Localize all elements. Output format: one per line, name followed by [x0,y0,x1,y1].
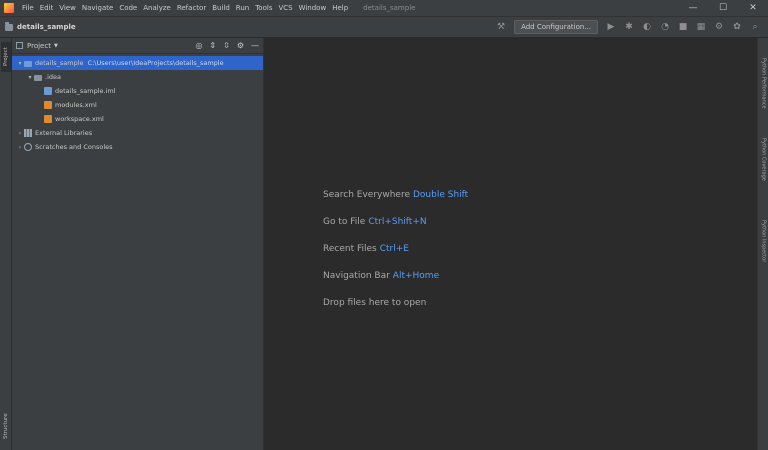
hint-text: Search Everywhere [323,190,410,200]
xml-file-icon [44,101,52,109]
chevron-right-icon[interactable]: › [16,130,24,137]
hide-icon[interactable]: — [251,41,259,50]
panel-tools: ◎ ⇕ ⇳ ⚙ — [195,41,259,50]
hint-search-everywhere: Search Everywhere Double Shift [323,190,468,217]
menu-vcs[interactable]: VCS [275,4,295,12]
main-menu: File Edit View Navigate Code Analyze Ref… [19,4,351,12]
close-button[interactable]: ✕ [738,0,768,16]
hint-text: Drop files here to open [323,298,427,308]
navigation-bar: details_sample ⚒ Add Configuration... ▶ … [0,16,768,38]
python-performance-tab[interactable]: Python Performance [759,58,768,136]
editor-hints: Search Everywhere Double Shift Go to File… [323,190,468,325]
xml-file-icon [44,115,52,123]
tree-item-label: modules.xml [55,101,97,109]
stop-icon[interactable]: ■ [678,22,688,32]
window-controls: — ☐ ✕ [678,0,768,16]
structure-tool-tab[interactable]: Structure [1,408,11,444]
gear-icon[interactable]: ⚙ [237,41,244,50]
hint-recent-files: Recent Files Ctrl+E [323,244,468,271]
menu-window[interactable]: Window [296,4,330,12]
tree-item-iml-file[interactable]: details_sample.iml [12,84,263,98]
tree-item-path: C:\Users\user\IdeaProjects\details_sampl… [87,59,224,67]
breadcrumb-project[interactable]: details_sample [17,23,76,31]
left-tool-strip: Project Structure [0,38,12,450]
tree-item-label: External Libraries [35,129,93,137]
project-tool-tab[interactable]: Project [1,42,11,72]
collapse-all-icon[interactable]: ⇳ [223,41,230,50]
folder-icon [5,21,13,31]
window-title: details_sample [363,4,416,12]
chevron-down-icon[interactable]: ▾ [26,74,34,81]
app-logo-icon [4,3,14,13]
hint-shortcut: Ctrl+Shift+N [368,217,427,227]
hint-navigation-bar: Navigation Bar Alt+Home [323,271,468,298]
project-view-icon [16,42,23,49]
hint-go-to-file: Go to File Ctrl+Shift+N [323,217,468,244]
folder-icon [24,60,32,67]
menu-edit[interactable]: Edit [37,4,57,12]
tree-item-modules-xml[interactable]: modules.xml [12,98,263,112]
tree-item-scratches[interactable]: › Scratches and Consoles [12,140,263,154]
tree-item-workspace-xml[interactable]: workspace.xml [12,112,263,126]
project-panel-header: Project ▼ ◎ ⇕ ⇳ ⚙ — [12,38,263,54]
hint-shortcut: Ctrl+E [379,244,409,254]
scroll-from-source-icon[interactable]: ◎ [195,41,202,50]
minimize-button[interactable]: — [678,0,708,16]
hammer-icon[interactable]: ⚒ [496,22,506,32]
coverage-icon[interactable]: ◐ [642,22,652,32]
run-icon[interactable]: ▶ [606,22,616,32]
tree-item-external-libraries[interactable]: › External Libraries [12,126,263,140]
expand-all-icon[interactable]: ⇕ [209,41,216,50]
menu-help[interactable]: Help [329,4,351,12]
tree-item-idea[interactable]: ▾ .idea [12,70,263,84]
scratches-icon [24,143,32,151]
project-panel: Project ▼ ◎ ⇕ ⇳ ⚙ — ▾ details_sample C:\… [12,38,264,450]
maximize-button[interactable]: ☐ [708,0,738,16]
menu-tools[interactable]: Tools [252,4,275,12]
folder-icon [34,74,42,81]
tree-item-label: workspace.xml [55,115,104,123]
hint-shortcut: Double Shift [413,190,469,200]
hint-text: Go to File [323,217,366,227]
settings-icon[interactable]: ⚙ [714,22,724,32]
menu-build[interactable]: Build [209,4,233,12]
menu-run[interactable]: Run [233,4,252,12]
tree-item-project-root[interactable]: ▾ details_sample C:\Users\user\IdeaProje… [12,56,263,70]
search-icon[interactable]: ⌕ [750,22,760,32]
plugins-icon[interactable]: ✿ [732,22,742,32]
hint-drop-files: Drop files here to open [323,298,468,325]
tree-item-label: Scratches and Consoles [35,143,113,151]
hint-text: Navigation Bar [323,271,390,281]
menu-analyze[interactable]: Analyze [140,4,174,12]
toolbar-right: ⚒ Add Configuration... ▶ ✱ ◐ ◔ ■ ▦ ⚙ ✿ ⌕ [496,20,768,34]
library-icon [24,129,32,137]
project-tree: ▾ details_sample C:\Users\user\IdeaProje… [12,54,263,154]
python-coverage-tab[interactable]: Python Coverage [759,138,768,200]
tree-item-label: details_sample [35,59,84,67]
project-structure-icon[interactable]: ▦ [696,22,706,32]
add-configuration-button[interactable]: Add Configuration... [514,20,598,34]
chevron-down-icon[interactable]: ▾ [16,60,24,67]
editor-area[interactable]: Search Everywhere Double Shift Go to File… [264,38,757,450]
menu-navigate[interactable]: Navigate [79,4,116,12]
menu-code[interactable]: Code [116,4,140,12]
title-bar: File Edit View Navigate Code Analyze Ref… [0,0,768,16]
profile-icon[interactable]: ◔ [660,22,670,32]
project-view-selector[interactable]: Project [27,42,51,50]
menu-refactor[interactable]: Refactor [174,4,209,12]
chevron-down-icon[interactable]: ▼ [54,43,58,49]
debug-icon[interactable]: ✱ [624,22,634,32]
tree-item-label: details_sample.iml [55,87,116,95]
chevron-right-icon[interactable]: › [16,144,24,151]
right-tool-strip: Python Performance Python Coverage Pytho… [757,38,768,450]
menu-view[interactable]: View [56,4,79,12]
python-inspector-tab[interactable]: Python Inspector [759,220,768,278]
menu-file[interactable]: File [19,4,37,12]
hint-shortcut: Alt+Home [392,271,440,281]
module-file-icon [44,87,52,95]
hint-text: Recent Files [323,244,377,254]
tree-item-label: .idea [45,73,61,81]
